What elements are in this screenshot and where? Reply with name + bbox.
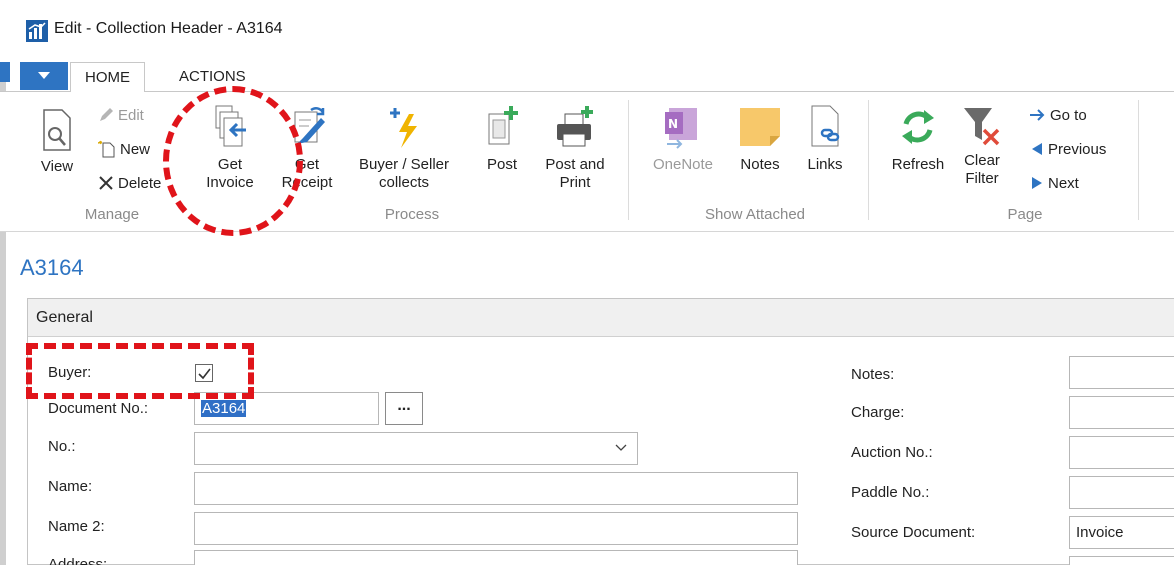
address-label: Address: (48, 556, 108, 565)
annotation-rectangle (26, 343, 254, 399)
group-label-page: Page (1007, 206, 1043, 223)
clear-filter-label-2: Filter (965, 170, 999, 187)
lightning-plus-icon (390, 108, 417, 148)
triangle-right-icon (1032, 177, 1042, 189)
name2-label: Name 2: (48, 518, 105, 535)
delete-label: Delete (118, 174, 162, 192)
onenote-icon: N (665, 108, 697, 149)
name2-input[interactable] (194, 512, 798, 545)
document-no-value: A3164 (201, 400, 247, 417)
view-document-icon (43, 109, 71, 151)
general-section-header[interactable]: General (28, 299, 1174, 337)
clear-filter-button[interactable]: Clear Filter (954, 104, 1010, 188)
view-label: View (40, 158, 74, 175)
group-label-manage: Manage (84, 206, 140, 223)
triangle-left-icon (1032, 143, 1042, 155)
post-document-icon (488, 106, 518, 145)
close-x-icon (99, 176, 113, 190)
buyer-seller-label-2: collects (378, 174, 430, 191)
buyer-seller-collects-button[interactable]: Buyer / Seller collects (348, 104, 460, 192)
charge-input[interactable] (1069, 396, 1174, 429)
previous-label: Previous (1048, 140, 1107, 158)
post-print-label-2: Print (559, 174, 591, 191)
post-and-print-button[interactable]: Post and Print (538, 104, 612, 192)
paddle-no-input[interactable] (1069, 476, 1174, 509)
notes-button[interactable]: Notes (732, 104, 788, 174)
source-document-input[interactable]: Invoice (1069, 516, 1174, 549)
record-title: A3164 (20, 255, 84, 280)
app-menu-button[interactable] (20, 62, 68, 90)
refresh-icon (902, 110, 934, 144)
pencil-icon (100, 108, 113, 121)
next-label: Next (1048, 174, 1079, 192)
source-document-label: Source Document: (851, 524, 976, 541)
printer-plus-icon (557, 106, 593, 147)
group-label-process: Process (384, 206, 440, 223)
name-label: Name: (48, 478, 93, 495)
post-label: Post (486, 156, 517, 173)
paddle-no-label: Paddle No.: (851, 484, 930, 501)
annotation-circle (163, 86, 303, 236)
notes-field-label: Notes: (851, 366, 895, 383)
chevron-down-icon (615, 444, 627, 451)
notes-input[interactable] (1069, 356, 1174, 389)
post-button[interactable]: Post (478, 104, 526, 174)
edit-label: Edit (118, 106, 144, 124)
general-section-title: General (36, 309, 93, 326)
name-input[interactable] (194, 472, 798, 505)
view-button[interactable]: View (32, 108, 82, 176)
auction-no-input[interactable] (1069, 436, 1174, 469)
clear-filter-label-1: Clear (964, 152, 1000, 169)
ribbon-separator (1138, 100, 1139, 220)
refresh-label: Refresh (891, 156, 945, 173)
delete-button[interactable]: Delete (98, 172, 161, 194)
notes-label: Notes (740, 156, 780, 173)
arrow-right-icon (1030, 109, 1045, 121)
buyer-seller-label-1: Buyer / Seller (358, 156, 450, 173)
document-no-assist-button[interactable]: ... (385, 392, 423, 425)
next-right-input[interactable] (1069, 556, 1174, 565)
ribbon-separator (868, 100, 869, 220)
svg-text:N: N (668, 117, 678, 131)
caret-down-icon (38, 72, 50, 79)
previous-button[interactable]: Previous (1030, 138, 1106, 160)
go-to-label: Go to (1050, 106, 1087, 124)
onenote-label: OneNote (652, 156, 714, 173)
title-bar: Edit - Collection Header - A3164 (0, 0, 1174, 62)
source-document-value: Invoice (1076, 524, 1124, 541)
address-input[interactable] (194, 550, 798, 565)
no-label: No.: (48, 438, 76, 455)
new-document-icon (98, 140, 115, 158)
links-button[interactable]: Links (800, 104, 850, 174)
group-label-show-attached: Show Attached (704, 206, 806, 223)
next-button[interactable]: Next (1030, 172, 1079, 194)
clear-filter-icon (964, 108, 1000, 146)
app-chart-icon (26, 20, 48, 42)
document-no-label: Document No.: (48, 400, 149, 417)
charge-label: Charge: (851, 404, 905, 421)
link-document-icon (811, 105, 840, 147)
no-dropdown[interactable] (194, 432, 638, 465)
tab-home[interactable]: HOME (70, 62, 145, 93)
go-to-button[interactable]: Go to (1030, 104, 1087, 126)
post-print-label-1: Post and (545, 156, 605, 173)
refresh-button[interactable]: Refresh (882, 104, 954, 174)
edit-button[interactable]: Edit (98, 104, 144, 126)
auction-no-label: Auction No.: (851, 444, 933, 461)
onenote-button[interactable]: N OneNote (646, 104, 720, 174)
sticky-note-icon (740, 108, 780, 146)
window-title: Edit - Collection Header - A3164 (54, 20, 283, 37)
new-button[interactable]: New (98, 138, 150, 160)
ribbon-separator (628, 100, 629, 220)
new-label: New (120, 140, 151, 158)
links-label: Links (807, 156, 843, 173)
